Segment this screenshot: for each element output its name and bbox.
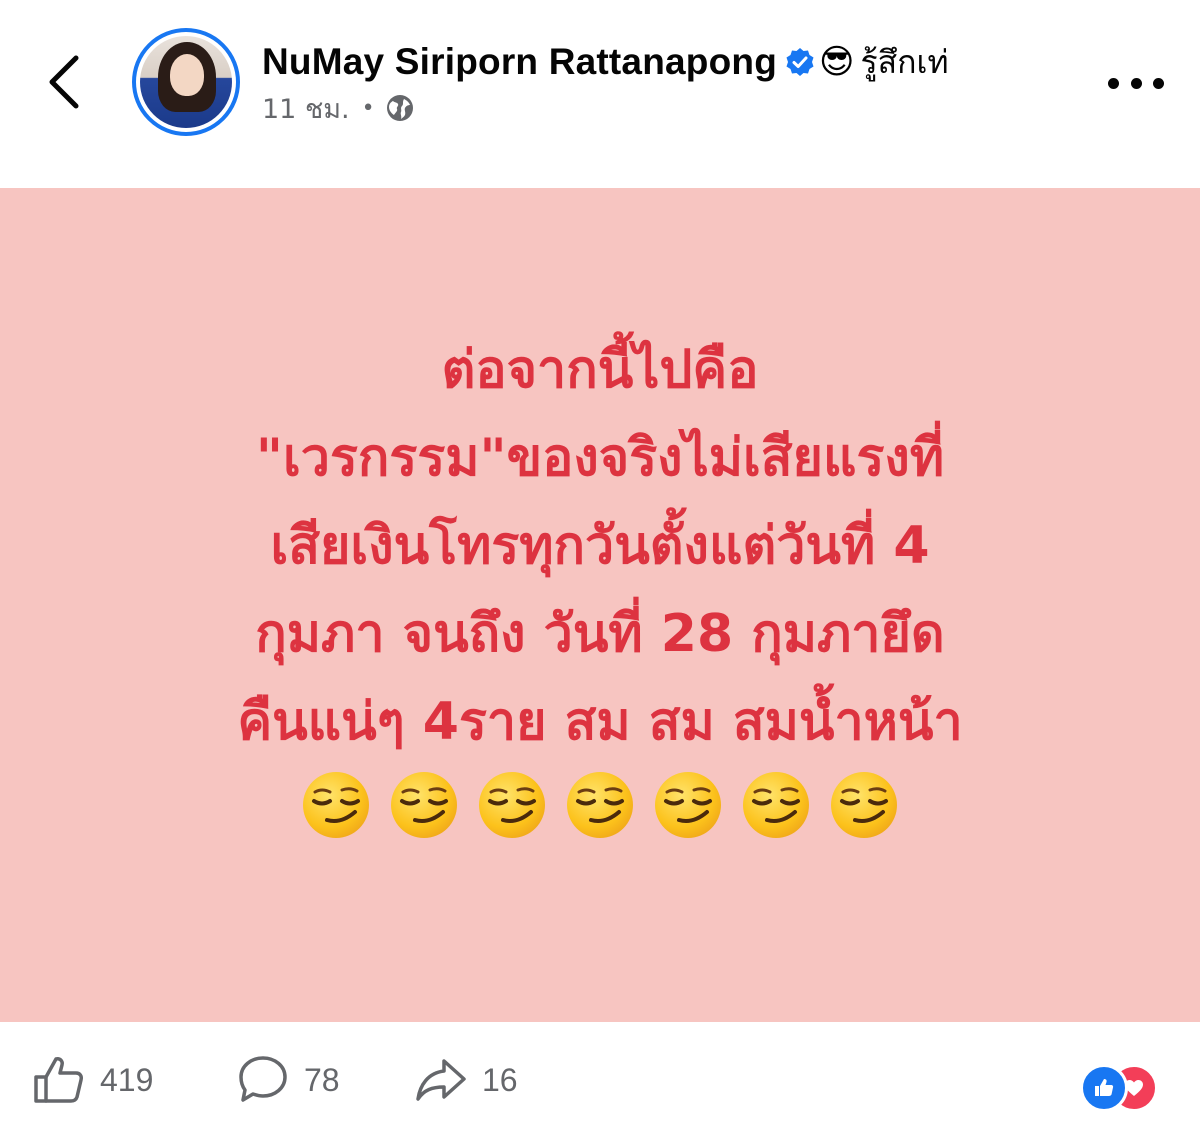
globe-icon <box>386 95 413 121</box>
avatar[interactable] <box>132 28 240 136</box>
smirking-face-icon <box>391 772 457 838</box>
post-line: เสียเงินโทรทุกวันตั้งแต่วันที่ 4 <box>270 516 930 576</box>
post-text: ต่อจากนี้ไปคือ "เวรกรรม"ของจริงไม่เสียแร… <box>70 326 1130 840</box>
sunglasses-emoji-icon: 😎 <box>819 42 855 82</box>
verified-badge-icon <box>786 48 814 76</box>
post-timestamp[interactable]: 11 ชม. <box>262 87 350 130</box>
author-row: NuMay Siriporn Rattanapong 😎 รู้สึกเท่ <box>262 36 949 88</box>
chevron-left-icon <box>49 55 79 109</box>
smirking-face-icon <box>303 772 369 838</box>
share-button[interactable]: 16 <box>414 1052 518 1108</box>
comment-button[interactable]: 78 <box>236 1052 340 1108</box>
smirking-face-icon <box>567 772 633 838</box>
share-arrow-icon <box>416 1059 466 1101</box>
more-horizontal-icon <box>1108 77 1119 89</box>
post-line: คืนแน่ๆ 4ราย สม สม สมน้ำหน้า <box>237 692 963 752</box>
author-name[interactable]: NuMay Siriporn Rattanapong <box>262 41 777 83</box>
reaction-summary[interactable] <box>1080 1064 1170 1112</box>
post-actions: 419 78 16 <box>0 1022 1200 1133</box>
smirking-face-icon <box>743 772 809 838</box>
comment-count: 78 <box>304 1061 340 1098</box>
thumbs-up-icon <box>34 1057 83 1103</box>
post-line: กุมภา จนถึง วันที่ 28 กุมภายึด <box>255 604 945 664</box>
post-line: "เวรกรรม"ของจริงไม่เสียแรงที่ <box>255 428 945 488</box>
post-line: ต่อจากนี้ไปคือ <box>441 340 759 400</box>
post-content: ต่อจากนี้ไปคือ "เวรกรรม"ของจริงไม่เสียแร… <box>0 188 1200 1022</box>
post-page: NuMay Siriporn Rattanapong 😎 รู้สึกเท่ 1… <box>0 0 1200 1133</box>
smirking-face-icon <box>831 772 897 838</box>
post-meta: 11 ชม. • <box>262 88 415 128</box>
back-button[interactable] <box>40 50 90 114</box>
like-button[interactable]: 419 <box>32 1052 153 1108</box>
meta-separator: • <box>361 95 375 121</box>
smirking-face-icon <box>479 772 545 838</box>
more-options-button[interactable] <box>1108 68 1164 98</box>
feeling-text: รู้สึกเท่ <box>860 42 949 81</box>
comment-bubble-icon <box>239 1056 287 1102</box>
avatar-photo <box>140 36 232 128</box>
emoji-row <box>70 770 1130 840</box>
smirking-face-icon <box>655 772 721 838</box>
share-count: 16 <box>482 1061 518 1098</box>
like-count: 419 <box>100 1061 154 1098</box>
post-header: NuMay Siriporn Rattanapong 😎 รู้สึกเท่ 1… <box>0 0 1200 188</box>
like-reaction-icon <box>1080 1064 1128 1112</box>
